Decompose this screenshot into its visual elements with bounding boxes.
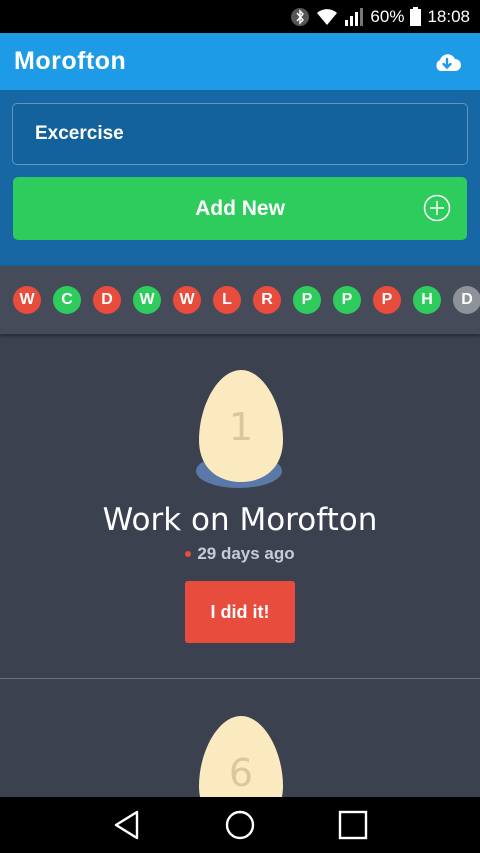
- add-new-label: Add New: [195, 196, 285, 220]
- habit-chip[interactable]: H: [413, 286, 441, 314]
- signal-icon: [344, 7, 364, 26]
- last-done-text: 29 days ago: [197, 544, 295, 563]
- habit-chip[interactable]: D: [93, 286, 121, 314]
- battery-icon: [410, 7, 422, 26]
- habit-card: 1 Work on Morofton 29 days ago I did it!: [0, 334, 480, 679]
- clock: 18:08: [427, 6, 470, 26]
- bluetooth-icon: [290, 7, 310, 27]
- habit-chip[interactable]: W: [173, 286, 201, 314]
- recents-icon: [339, 810, 368, 840]
- i-did-it-button[interactable]: I did it!: [185, 581, 295, 643]
- habit-title: Work on Morofton: [102, 502, 378, 538]
- habit-chip[interactable]: R: [253, 286, 281, 314]
- habit-name-input[interactable]: Excercise: [12, 103, 468, 165]
- app-bar: Morofton: [0, 33, 480, 90]
- habit-chip[interactable]: L: [213, 286, 241, 314]
- streak-count: 1: [229, 405, 253, 449]
- habit-last-done: 29 days ago: [0, 544, 480, 564]
- habit-chip-strip: WCDWWLRPPPHD: [0, 266, 480, 334]
- status-bar: 60% 18:08: [0, 0, 480, 33]
- wifi-icon: [316, 8, 338, 26]
- habit-chip[interactable]: P: [293, 286, 321, 314]
- egg-icon[interactable]: 1: [196, 366, 286, 486]
- streak-count: 6: [229, 751, 253, 795]
- recents-button[interactable]: [336, 808, 370, 842]
- new-habit-form: Excercise Add New: [0, 90, 480, 266]
- habit-chip[interactable]: C: [53, 286, 81, 314]
- habit-chip[interactable]: D: [453, 286, 480, 314]
- cloud-download-button[interactable]: [432, 47, 462, 77]
- habit-chip[interactable]: P: [373, 286, 401, 314]
- status-dot: [185, 551, 192, 557]
- plus-circle-icon: [423, 194, 451, 222]
- back-button[interactable]: [110, 808, 144, 842]
- cloud-download-icon: [436, 53, 461, 71]
- app-title: Morofton: [14, 47, 127, 75]
- back-icon: [114, 810, 138, 840]
- habit-chip[interactable]: W: [13, 286, 41, 314]
- habit-chip[interactable]: W: [133, 286, 161, 314]
- habit-chip[interactable]: P: [333, 286, 361, 314]
- habit-card: 6: [0, 680, 480, 797]
- home-button[interactable]: [223, 808, 257, 842]
- home-icon: [225, 810, 255, 840]
- system-nav-bar: [0, 797, 480, 853]
- battery-percent: 60%: [370, 6, 405, 26]
- egg-icon[interactable]: 6: [196, 712, 286, 797]
- add-new-button[interactable]: Add New: [13, 177, 467, 240]
